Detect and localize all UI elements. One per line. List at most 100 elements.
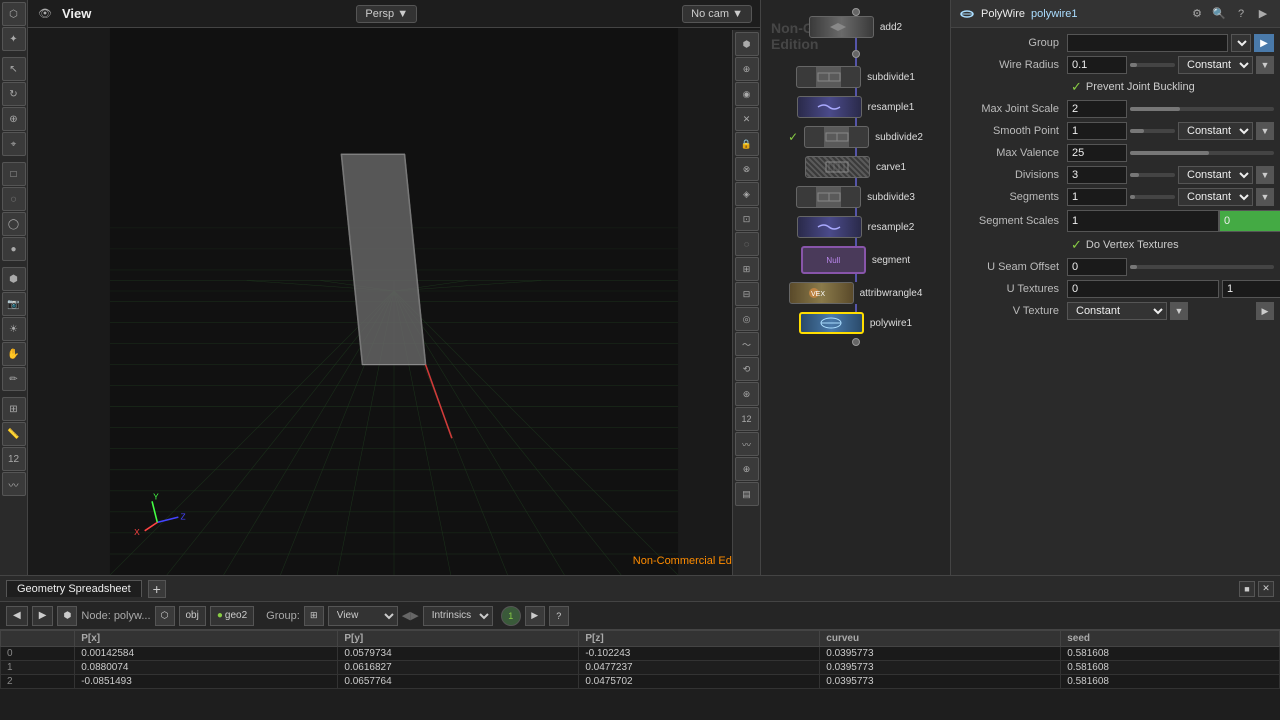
prop-dropdown-v-texture[interactable]: Constant: [1067, 302, 1167, 320]
toolbar-paint[interactable]: ●: [2, 237, 26, 261]
prop-btn-v-tex-arrow[interactable]: ▼: [1170, 302, 1188, 320]
node-box-subdivide2[interactable]: [804, 126, 869, 148]
prop-btn-smooth-arrow[interactable]: ▼: [1256, 122, 1274, 140]
smooth-point-slider[interactable]: [1130, 124, 1175, 138]
ss-record-btn[interactable]: 1: [501, 606, 521, 626]
toolbar-pose[interactable]: ✋: [2, 342, 26, 366]
props-help-icon[interactable]: ?: [1232, 5, 1250, 23]
ss-filter-icon[interactable]: ⬡: [155, 606, 175, 626]
node-box-attribwrangle4[interactable]: VEX: [789, 282, 854, 304]
ss-help-btn[interactable]: ?: [549, 606, 569, 626]
vp-icon-18[interactable]: ⊕: [735, 457, 759, 481]
wire-radius-slider[interactable]: [1130, 58, 1175, 72]
node-box-carve1[interactable]: [805, 156, 870, 178]
tab-add-button[interactable]: +: [148, 580, 166, 598]
ss-btn-obj[interactable]: obj: [179, 606, 206, 626]
toolbar-edit[interactable]: ✏: [2, 367, 26, 391]
toolbar-move[interactable]: ✦: [2, 27, 26, 51]
node-box-resample2[interactable]: [797, 216, 862, 238]
toolbar-node[interactable]: ⬢: [2, 267, 26, 291]
prop-input-u-tex-1[interactable]: [1067, 280, 1219, 298]
vp-icon-13[interactable]: 〜: [735, 332, 759, 356]
vp-icon-1[interactable]: ⬢: [735, 32, 759, 56]
toolbar-brush[interactable]: ◯: [2, 212, 26, 236]
prop-input-max-joint[interactable]: [1067, 100, 1127, 118]
max-joint-slider[interactable]: [1130, 102, 1274, 116]
prop-dropdown-smooth-point[interactable]: Constant: [1178, 122, 1253, 140]
node-box-subdivide1[interactable]: [796, 66, 861, 88]
toolbar-snap[interactable]: ⊞: [2, 397, 26, 421]
vp-icon-8[interactable]: ⊡: [735, 207, 759, 231]
ss-btn-back[interactable]: ◀: [6, 606, 28, 626]
prop-input-seg-scale-1[interactable]: [1067, 210, 1219, 232]
prop-btn-divisions-arrow[interactable]: ▼: [1256, 166, 1274, 184]
node-box-add2[interactable]: [809, 16, 874, 38]
segments-slider[interactable]: [1130, 190, 1175, 204]
toolbar-camera[interactable]: 📷: [2, 292, 26, 316]
ss-play-btn[interactable]: ▶: [525, 606, 545, 626]
toolbar-arrow[interactable]: ↖: [2, 57, 26, 81]
props-arrow-icon[interactable]: ▶: [1254, 5, 1272, 23]
toolbar-box[interactable]: □: [2, 162, 26, 186]
vp-icon-15[interactable]: ⊛: [735, 382, 759, 406]
ss-icon-node[interactable]: ⬢: [57, 606, 77, 626]
vp-icon-12[interactable]: ◎: [735, 307, 759, 331]
props-search-icon[interactable]: 🔍: [1210, 5, 1228, 23]
ss-view-select[interactable]: View: [328, 606, 398, 626]
vp-icon-10[interactable]: ⊞: [735, 257, 759, 281]
vp-icon-9[interactable]: ◌: [735, 232, 759, 256]
prop-dropdown-divisions[interactable]: Constant: [1178, 166, 1253, 184]
prop-btn-v-tex-end[interactable]: ▶: [1256, 302, 1274, 320]
prop-input-smooth-point[interactable]: [1067, 122, 1127, 140]
ss-header-icon-1[interactable]: ■: [1239, 581, 1255, 597]
vp-icon-19[interactable]: ▤: [735, 482, 759, 506]
ss-group-icon[interactable]: ⊞: [304, 606, 324, 626]
toolbar-light[interactable]: ☀: [2, 317, 26, 341]
vp-icon-16[interactable]: 12: [735, 407, 759, 431]
vp-icon-11[interactable]: ⊟: [735, 282, 759, 306]
prop-btn-segments-arrow[interactable]: ▼: [1256, 188, 1274, 206]
prop-btn-wire-radius-arrow[interactable]: ▼: [1256, 56, 1274, 74]
max-valence-slider[interactable]: [1130, 146, 1274, 160]
ss-btn-forward[interactable]: ▶: [32, 606, 54, 626]
prop-input-u-seam[interactable]: [1067, 258, 1127, 276]
prop-input-divisions[interactable]: [1067, 166, 1127, 184]
toolbar-scale[interactable]: ⊕: [2, 107, 26, 131]
node-box-polywire1[interactable]: [799, 312, 864, 334]
ss-intrinsics-select[interactable]: Intrinsics: [423, 606, 493, 626]
u-seam-slider[interactable]: [1130, 260, 1274, 274]
prop-input-max-valence[interactable]: [1067, 144, 1127, 162]
persp-dropdown[interactable]: Persp ▼: [356, 5, 417, 23]
divisions-slider[interactable]: [1130, 168, 1175, 182]
vp-icon-17[interactable]: 〰: [735, 432, 759, 456]
toolbar-select[interactable]: ⬡: [2, 2, 26, 26]
prop-input-group[interactable]: [1067, 34, 1228, 52]
prop-dropdown-segments[interactable]: Constant: [1178, 188, 1253, 206]
vp-icon-5[interactable]: 🔒: [735, 132, 759, 156]
toolbar-draw[interactable]: 〰: [2, 472, 26, 496]
toolbar-handle[interactable]: ⌖: [2, 132, 26, 156]
props-gear-icon[interactable]: ⚙: [1188, 5, 1206, 23]
node-box-resample1[interactable]: [797, 96, 862, 118]
prop-dropdown-group[interactable]: [1231, 34, 1251, 52]
prop-btn-group[interactable]: ▶: [1254, 34, 1274, 52]
toolbar-script[interactable]: 12: [2, 447, 26, 471]
vp-icon-6[interactable]: ⊗: [735, 157, 759, 181]
prop-dropdown-wire-radius[interactable]: Constant: [1178, 56, 1253, 74]
ss-btn-geo[interactable]: ● geo2: [210, 606, 254, 626]
toolbar-lasso[interactable]: ◌: [2, 187, 26, 211]
vp-icon-3[interactable]: ◉: [735, 82, 759, 106]
ss-header-icon-2[interactable]: ✕: [1258, 581, 1274, 597]
vp-icon-4[interactable]: ✕: [735, 107, 759, 131]
prop-input-wire-radius[interactable]: [1067, 56, 1127, 74]
node-box-subdivide3[interactable]: [796, 186, 861, 208]
vp-icon-14[interactable]: ⟲: [735, 357, 759, 381]
vp-icon-7[interactable]: ◈: [735, 182, 759, 206]
prop-input-u-tex-2[interactable]: [1222, 280, 1280, 298]
vp-icon-2[interactable]: ⊕: [735, 57, 759, 81]
toolbar-rotate[interactable]: ↻: [2, 82, 26, 106]
toolbar-measure[interactable]: 📏: [2, 422, 26, 446]
prop-input-seg-scale-2[interactable]: [1219, 210, 1280, 232]
tab-geometry-spreadsheet[interactable]: Geometry Spreadsheet: [6, 580, 142, 597]
prop-input-segments[interactable]: [1067, 188, 1127, 206]
